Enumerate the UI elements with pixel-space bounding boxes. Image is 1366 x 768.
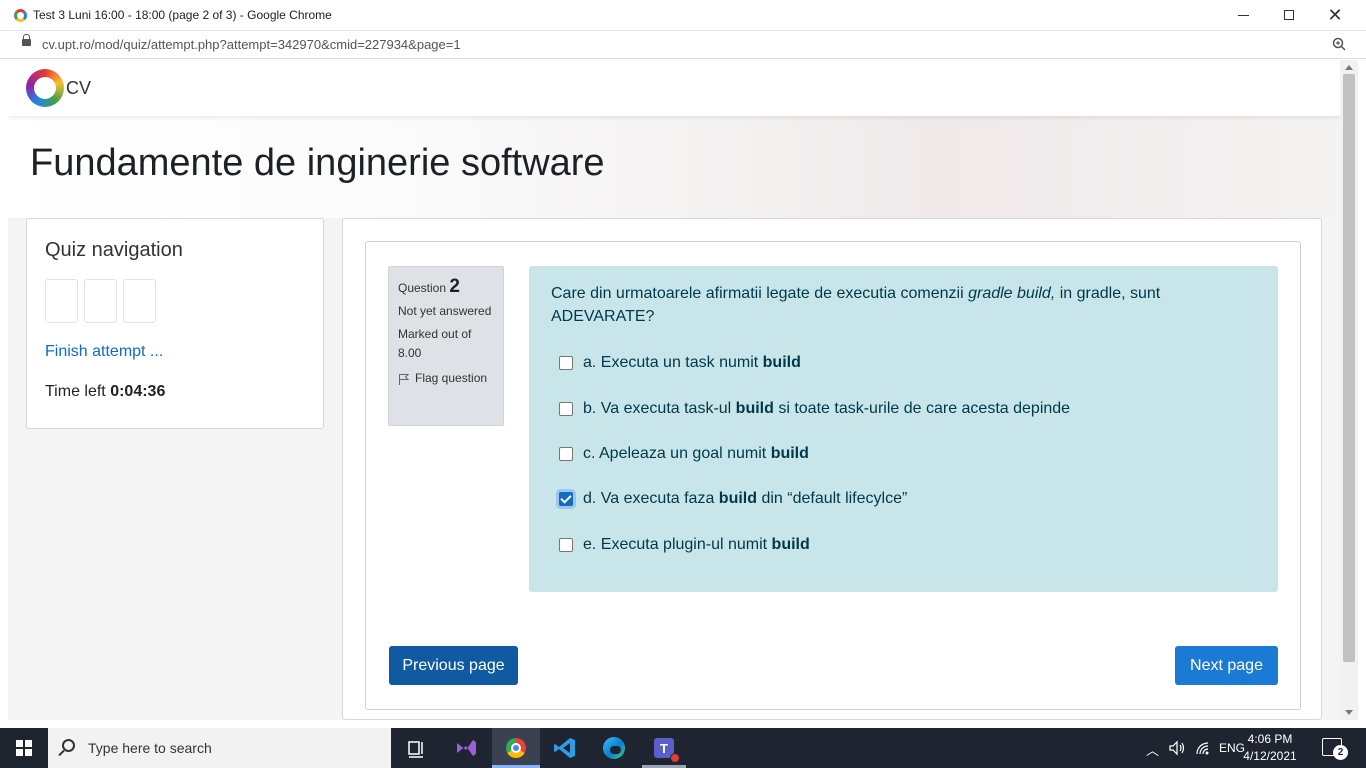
main-region: Quiz navigation Finish attempt ... Time … [8,218,1340,720]
answer-checkbox-b[interactable] [559,402,573,416]
answer-text-d: d. Va executa faza build din “default li… [583,490,908,507]
question-number-value: 2 [449,276,460,297]
question-form: Question 2 Not yet answered Marked out o… [365,241,1301,710]
taskbar-search-box[interactable]: Type here to search [48,728,391,768]
site-favicon-icon [14,9,27,22]
answer-option-d[interactable]: d. Va executa faza build din “default li… [559,490,907,508]
lock-icon [22,34,31,46]
windows-taskbar: Type here to search T ︿ ENG 4:06 PM 4/12… [0,728,1366,768]
flag-icon [399,373,410,385]
address-bar[interactable]: cv.upt.ro/mod/quiz/attempt.php?attempt=3… [0,31,1366,59]
answer-option-c[interactable]: c. Apeleaza un goal numit build [559,445,809,463]
maximize-icon [1284,10,1294,20]
question-text-italic: gradle build, [968,285,1056,302]
flag-question-button[interactable]: Flag question [398,369,494,388]
notification-center-icon[interactable]: 2 [1322,738,1348,760]
previous-page-button[interactable]: Previous page [389,646,518,685]
quiz-navigation-block: Quiz navigation Finish attempt ... Time … [26,218,324,429]
teams-icon[interactable]: T [650,734,680,763]
course-title: Fundamente de inginerie software [30,142,605,184]
flag-question-label: Flag question [415,371,488,385]
answer-option-a[interactable]: a. Executa un task numit build [559,354,801,372]
answer-checkbox-e[interactable] [559,538,573,552]
answer-checkbox-d[interactable] [559,492,573,506]
close-window-button[interactable]: ✕ [1312,0,1358,30]
scroll-down-icon[interactable] [1345,710,1353,715]
quiz-main-card: Question 2 Not yet answered Marked out o… [342,218,1322,720]
site-navbar: CV [8,60,1340,116]
taskbar-clock[interactable]: 4:06 PM 4/12/2021 [1240,731,1300,765]
question-nav-button-3[interactable] [123,279,156,323]
question-marks: Marked out of 8.00 [398,327,472,360]
finish-attempt-link[interactable]: Finish attempt ... [45,343,163,361]
answer-text-b: b. Va executa task-ul build si toate tas… [583,400,1071,417]
time-left-value: 0:04:36 [110,383,166,400]
question-number: Question 2 [398,277,494,298]
next-page-button[interactable]: Next page [1175,646,1278,685]
task-view-icon[interactable] [402,734,430,762]
question-nav-button-2[interactable] [84,279,117,323]
chrome-icon[interactable] [502,734,530,762]
visual-studio-icon[interactable] [452,734,480,762]
wifi-icon[interactable] [1194,740,1212,756]
question-nav-button-1[interactable] [45,279,78,323]
logo-text[interactable]: CV [66,78,91,99]
vscode-icon[interactable] [551,734,579,762]
taskbar-search-placeholder[interactable]: Type here to search [88,740,212,756]
minimize-icon [1237,14,1249,16]
scrollbar-thumb[interactable] [1343,74,1355,662]
windows-start-icon[interactable] [16,740,32,756]
question-status: Not yet answered [398,304,492,318]
question-label: Question [398,281,447,295]
close-icon: ✕ [1327,4,1343,25]
maximize-button[interactable] [1266,0,1312,30]
page-viewport: CV Fundamente de inginerie software Quiz… [8,60,1340,720]
answer-checkbox-a[interactable] [559,356,573,370]
page-scrollbar[interactable] [1340,60,1358,720]
time-left: Time left 0:04:36 [45,383,165,401]
minimize-button[interactable] [1220,0,1266,30]
quiz-navigation-heading: Quiz navigation [45,239,183,261]
browser-title-bar: Test 3 Luni 16:00 - 18:00 (page 2 of 3) … [0,0,1366,31]
answer-option-e[interactable]: e. Executa plugin-ul numit build [559,536,810,554]
window-title: Test 3 Luni 16:00 - 18:00 (page 2 of 3) … [33,8,332,22]
search-icon [62,739,75,752]
edge-icon[interactable] [600,734,628,762]
url-text[interactable]: cv.upt.ro/mod/quiz/attempt.php?attempt=3… [42,37,461,52]
time-left-label: Time left [45,383,106,400]
course-header: Fundamente de inginerie software [8,116,1340,218]
zoom-icon[interactable] [1332,37,1346,51]
scroll-up-icon[interactable] [1345,65,1353,70]
volume-icon[interactable] [1168,740,1186,756]
question-text: Care din urmatoarele afirmatii legate de… [551,282,1256,328]
clock-date: 4/12/2021 [1243,749,1297,763]
notification-count-badge: 2 [1333,745,1348,760]
question-content: Care din urmatoarele afirmatii legate de… [529,266,1278,592]
answer-text-e: e. Executa plugin-ul numit build [583,536,810,553]
question-info: Question 2 Not yet answered Marked out o… [388,266,504,426]
answer-option-b[interactable]: b. Va executa task-ul build si toate tas… [559,400,1070,418]
answer-checkbox-c[interactable] [559,447,573,461]
tray-chevron-icon[interactable]: ︿ [1146,740,1159,759]
answer-text-c: c. Apeleaza un goal numit build [583,445,809,462]
cv-logo-icon[interactable] [26,69,64,107]
question-text-start: Care din urmatoarele afirmatii legate de… [551,285,969,302]
answer-text-a: a. Executa un task numit build [583,354,801,371]
clock-time: 4:06 PM [1247,732,1293,746]
